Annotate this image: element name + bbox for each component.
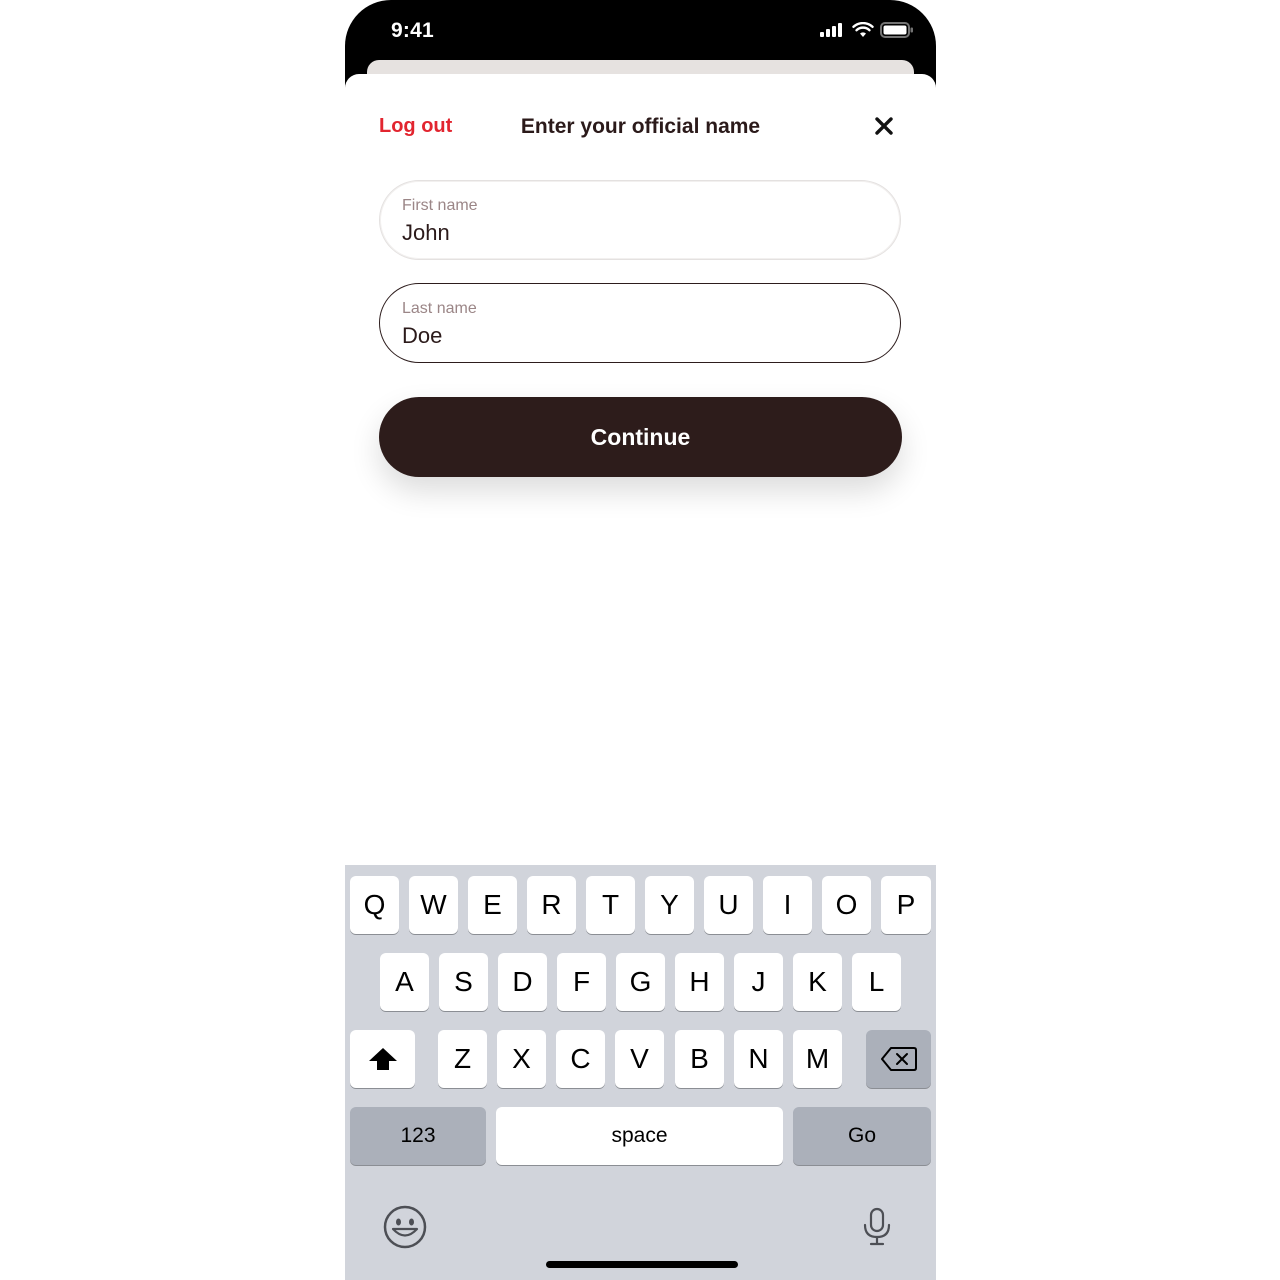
wifi-icon [852,22,874,37]
status-bar: 9:41 [345,0,936,64]
key-e[interactable]: E [468,876,517,934]
cellular-signal-icon [820,23,842,37]
key-t[interactable]: T [586,876,635,934]
microphone-icon[interactable] [862,1207,892,1247]
shift-icon [368,1048,397,1070]
key-d[interactable]: D [498,953,547,1011]
key-x[interactable]: X [497,1030,546,1088]
last-name-input[interactable] [402,323,872,349]
go-key[interactable]: Go [793,1107,931,1165]
key-k[interactable]: K [793,953,842,1011]
home-indicator [546,1261,738,1268]
key-f[interactable]: F [557,953,606,1011]
shift-key[interactable] [350,1030,415,1088]
key-a[interactable]: A [380,953,429,1011]
key-l[interactable]: L [852,953,901,1011]
last-name-field[interactable]: Last name [379,283,901,363]
key-w[interactable]: W [409,876,458,934]
key-n[interactable]: N [734,1030,783,1088]
last-name-label: Last name [402,300,477,317]
numbers-key[interactable]: 123 [350,1107,486,1165]
key-c[interactable]: C [556,1030,605,1088]
logout-button[interactable]: Log out [379,115,452,138]
space-key[interactable]: space [496,1107,783,1165]
key-y[interactable]: Y [645,876,694,934]
key-j[interactable]: J [734,953,783,1011]
key-o[interactable]: O [822,876,871,934]
backspace-key[interactable] [866,1030,931,1088]
backspace-icon [880,1047,917,1071]
key-v[interactable]: V [615,1030,664,1088]
key-b[interactable]: B [675,1030,724,1088]
key-z[interactable]: Z [438,1030,487,1088]
status-icons [820,22,914,38]
first-name-label: First name [402,197,478,214]
key-m[interactable]: M [793,1030,842,1088]
phone-frame: 9:41 Enter your official name Log out Fi… [345,0,936,1280]
key-r[interactable]: R [527,876,576,934]
key-i[interactable]: I [763,876,812,934]
first-name-field[interactable]: First name [379,180,901,260]
continue-button[interactable]: Continue [379,397,902,477]
keyboard: Q W E R T Y U I O P A S D F G H J K L Z … [345,865,936,1280]
key-p[interactable]: P [881,876,931,934]
key-s[interactable]: S [439,953,488,1011]
key-q[interactable]: Q [350,876,399,934]
emoji-icon[interactable] [383,1205,427,1249]
key-u[interactable]: U [704,876,753,934]
first-name-input[interactable] [402,220,872,246]
key-h[interactable]: H [675,953,724,1011]
close-icon[interactable] [872,114,896,138]
status-time: 9:41 [391,19,434,42]
battery-icon [880,22,913,38]
key-g[interactable]: G [616,953,665,1011]
